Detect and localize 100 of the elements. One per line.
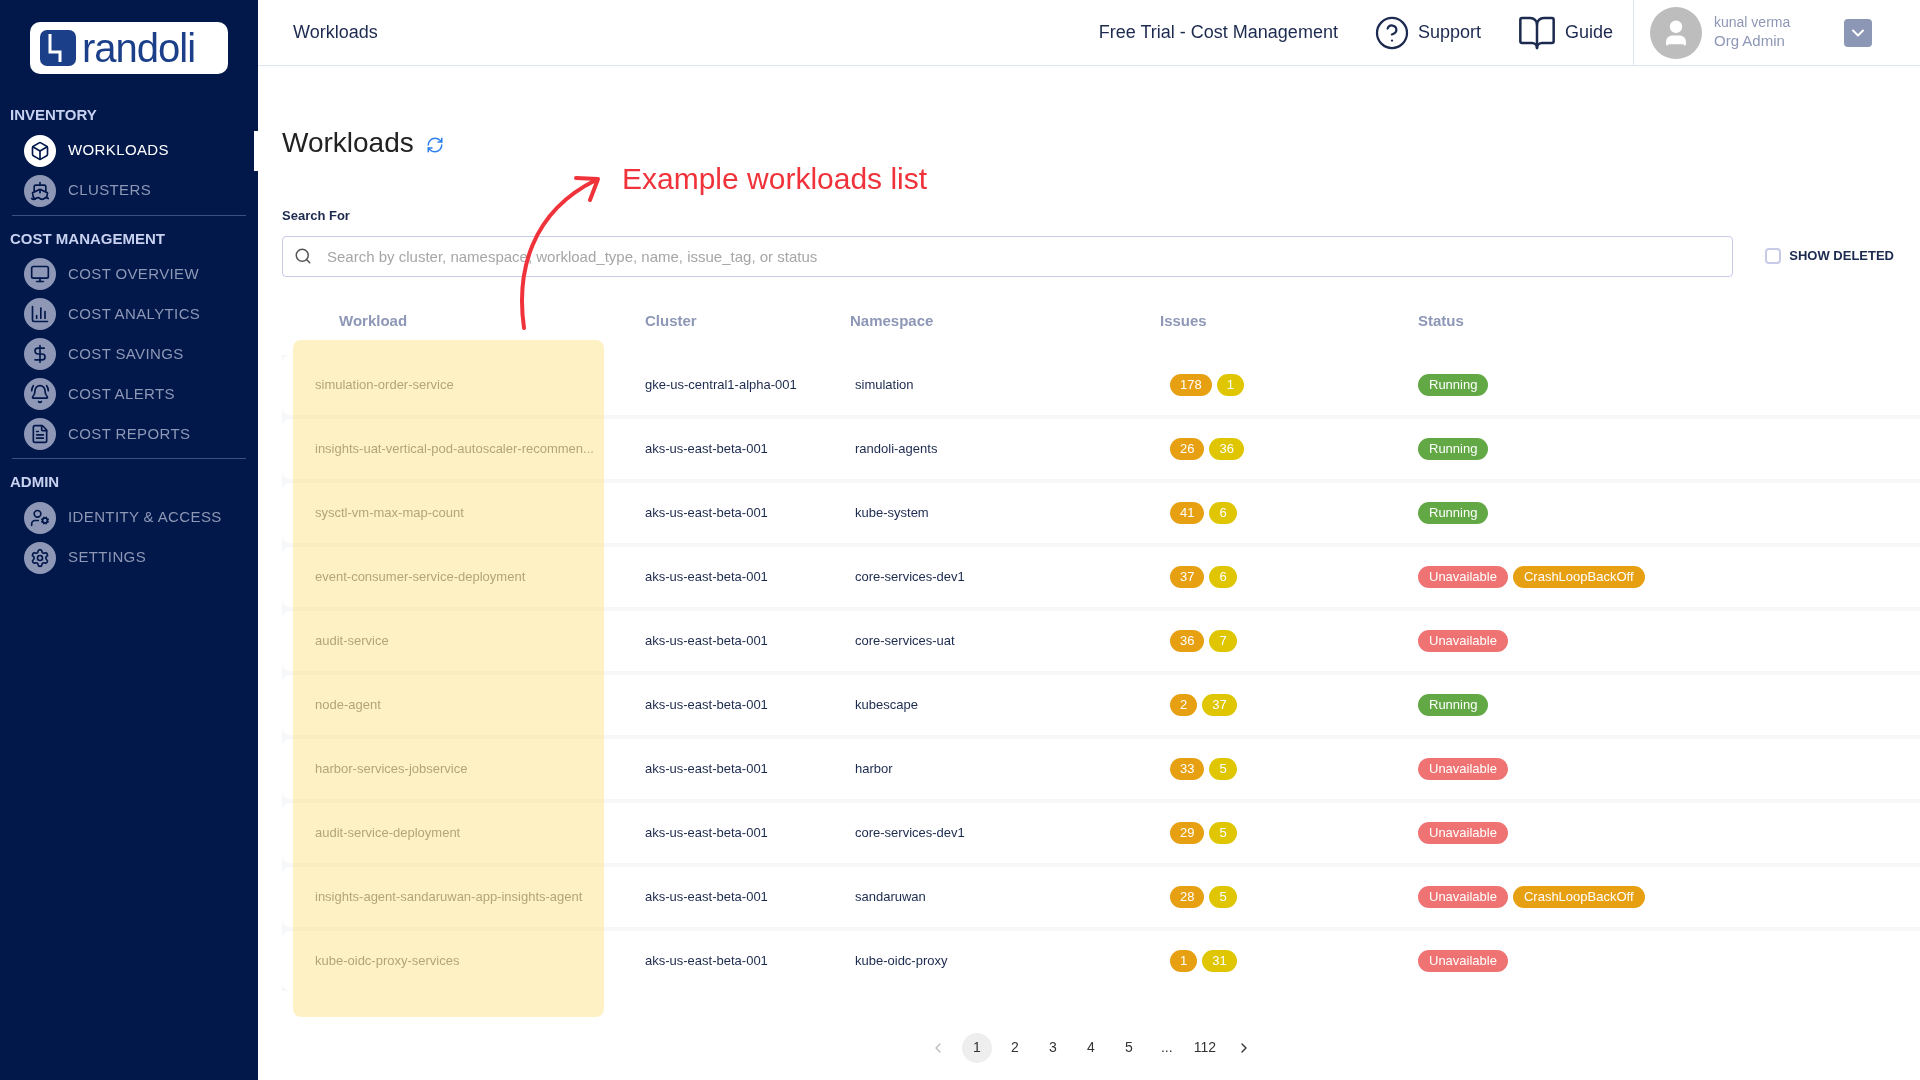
user-name: kunal verma bbox=[1714, 14, 1792, 32]
nav-item[interactable]: COST ANALYTICS bbox=[12, 294, 258, 334]
status-tag: Running bbox=[1418, 373, 1489, 396]
trial-link[interactable]: Free Trial - Cost Management bbox=[1098, 19, 1338, 46]
table-row[interactable]: kube-oidc-proxy-services aks-us-east-beta-001 kube-oidc-proxy 1 31 Unavailable bbox=[282, 930, 1920, 991]
nav-item[interactable]: COST SAVINGS bbox=[12, 334, 258, 374]
help-icon bbox=[1373, 14, 1410, 51]
page-button[interactable]: 112 bbox=[1189, 1032, 1221, 1063]
table-cell-text: aks-us-east-beta-001 bbox=[645, 823, 769, 842]
issue-count-badge: 33 bbox=[1170, 757, 1205, 780]
page-button[interactable]: 3 bbox=[1037, 1032, 1068, 1063]
section-title: INVENTORY bbox=[10, 105, 98, 125]
nav-item[interactable]: WORKLOADS bbox=[12, 130, 258, 171]
table-row[interactable]: audit-service-deployment aks-us-east-beta-001 core-services-dev1 29 5 Unavailable bbox=[282, 802, 1920, 863]
status-tag: Running bbox=[1418, 437, 1489, 460]
status-tag: Unavailable bbox=[1418, 949, 1508, 972]
logo-icon bbox=[38, 28, 78, 68]
table-cell-text: aks-us-east-beta-001 bbox=[645, 951, 769, 970]
page-button[interactable]: ... bbox=[1151, 1032, 1182, 1063]
table-cell-text: aks-us-east-beta-001 bbox=[645, 887, 769, 906]
issue-count-badge: 7 bbox=[1209, 629, 1237, 652]
status-tag: CrashLoopBackOff bbox=[1512, 565, 1645, 588]
page-button[interactable]: 4 bbox=[1075, 1032, 1106, 1063]
annotation-text: Example workloads list bbox=[622, 161, 928, 197]
table-cell-text: harbor-services-jobservice bbox=[314, 759, 469, 778]
issue-count-badge: 5 bbox=[1209, 757, 1237, 780]
table-cell-text: aks-us-east-beta-001 bbox=[645, 439, 769, 458]
table-cell-text: gke-us-central1-alpha-001 bbox=[645, 375, 798, 394]
status-tag: Unavailable bbox=[1418, 821, 1508, 844]
table-cell-text: aks-us-east-beta-001 bbox=[645, 567, 769, 586]
section-title: ADMIN bbox=[10, 472, 61, 492]
page-button[interactable]: 5 bbox=[1113, 1032, 1144, 1063]
page-title: Workloads bbox=[282, 126, 414, 160]
search-label: Search For bbox=[282, 207, 351, 225]
cube-icon bbox=[24, 134, 56, 167]
chart-icon bbox=[24, 298, 56, 330]
nav-item[interactable]: CLUSTERS bbox=[12, 170, 258, 211]
issue-count-badge: 31 bbox=[1202, 949, 1237, 972]
table-row[interactable]: harbor-services-jobservice aks-us-east-beta-001 harbor 33 5 Unavailable bbox=[282, 738, 1920, 799]
page-button[interactable]: 2 bbox=[999, 1032, 1030, 1063]
status-tag: Running bbox=[1418, 501, 1489, 524]
table-cell-text: core-services-dev1 bbox=[854, 823, 966, 842]
user-gear-icon bbox=[24, 501, 56, 534]
table-row[interactable]: event-consumer-service-deployment aks-us-east-beta-001 core-services-dev1 37 6 Unavailable CrashLoopBackOff bbox=[282, 546, 1920, 607]
table-cell-text: aks-us-east-beta-001 bbox=[645, 695, 769, 714]
search-icon bbox=[294, 246, 312, 265]
status-tag: Unavailable bbox=[1418, 757, 1508, 780]
page-button[interactable]: 1 bbox=[961, 1032, 992, 1063]
nav-item[interactable]: COST ALERTS bbox=[12, 374, 258, 414]
user-role: Org Admin bbox=[1714, 31, 1786, 51]
nav-item[interactable]: IDENTITY & ACCESS bbox=[12, 497, 258, 538]
refresh-icon[interactable] bbox=[425, 136, 444, 154]
issue-count-badge: 36 bbox=[1209, 437, 1244, 460]
issue-count-badge: 26 bbox=[1170, 437, 1205, 460]
table-cell-text: audit-service-deployment bbox=[314, 823, 462, 842]
issue-count-badge: 5 bbox=[1209, 821, 1237, 844]
table-cell-text: event-consumer-service-deployment bbox=[314, 567, 527, 586]
table-cell-text: kube-oidc-proxy-services bbox=[314, 951, 461, 970]
bell-icon bbox=[24, 378, 56, 410]
table-row[interactable]: node-agent aks-us-east-beta-001 kubescape 2 37 Running bbox=[282, 674, 1920, 735]
table-row[interactable]: simulation-order-service gke-us-central1-alpha-001 simulation 178 1 Running bbox=[282, 354, 1920, 415]
status-tag: Running bbox=[1418, 693, 1489, 716]
status-tag: Unavailable bbox=[1418, 565, 1508, 588]
issue-count-badge: 37 bbox=[1170, 565, 1205, 588]
table-row[interactable]: insights-agent-sandaruwan-app-insights-agent aks-us-east-beta-001 sandaruwan 28 5 Unavailable CrashLoopBackOff bbox=[282, 866, 1920, 927]
table-cell-text: insights-agent-sandaruwan-app-insights-agent bbox=[314, 887, 584, 906]
guide-link[interactable]: Guide bbox=[1516, 12, 1613, 53]
table-row[interactable]: sysctl-vm-max-map-count aks-us-east-beta-001 kube-system 41 6 Running bbox=[282, 482, 1920, 543]
status-tag: Unavailable bbox=[1418, 885, 1508, 908]
issue-count-badge: 5 bbox=[1209, 885, 1237, 908]
checkbox[interactable] bbox=[1765, 248, 1782, 264]
issue-count-badge: 1 bbox=[1216, 373, 1244, 396]
table-cell-text: kube-system bbox=[854, 503, 930, 522]
issue-count-badge: 6 bbox=[1209, 565, 1237, 588]
issue-count-badge: 37 bbox=[1202, 693, 1237, 716]
status-tag: Unavailable bbox=[1418, 629, 1508, 652]
table-row[interactable]: insights-uat-vertical-pod-autoscaler-recommen... aks-us-east-beta-001 randoli-agents 26 36 Running bbox=[282, 418, 1920, 479]
checkbox-label: SHOW DELETED bbox=[1789, 247, 1894, 266]
chevron-down-icon bbox=[1852, 28, 1864, 37]
avatar[interactable] bbox=[1650, 6, 1702, 59]
nav-item[interactable]: COST REPORTS bbox=[12, 414, 258, 454]
table-cell-text: core-services-uat bbox=[854, 631, 956, 650]
support-link[interactable]: Support bbox=[1373, 14, 1481, 51]
section-title: COST MANAGEMENT bbox=[10, 228, 166, 249]
nav-item[interactable]: SETTINGS bbox=[12, 537, 258, 578]
nav-item[interactable]: COST OVERVIEW bbox=[12, 254, 258, 294]
table-cell-text: simulation-order-service bbox=[314, 375, 455, 394]
user-menu-button[interactable] bbox=[1844, 18, 1872, 47]
issue-count-badge: 36 bbox=[1170, 629, 1205, 652]
issue-count-badge: 178 bbox=[1170, 373, 1212, 396]
breadcrumb: Workloads bbox=[293, 21, 378, 44]
table-cell-text: simulation bbox=[854, 375, 915, 394]
table-cell-text: node-agent bbox=[314, 695, 382, 714]
report-icon bbox=[24, 418, 56, 450]
issue-count-badge: 6 bbox=[1209, 501, 1237, 524]
settings-icon bbox=[24, 541, 56, 574]
table-cell-text: aks-us-east-beta-001 bbox=[645, 759, 769, 778]
table-cell-text: sysctl-vm-max-map-count bbox=[314, 503, 465, 522]
logo-text: randoli bbox=[82, 28, 196, 68]
table-row[interactable]: audit-service aks-us-east-beta-001 core-services-uat 36 7 Unavailable bbox=[282, 610, 1920, 671]
